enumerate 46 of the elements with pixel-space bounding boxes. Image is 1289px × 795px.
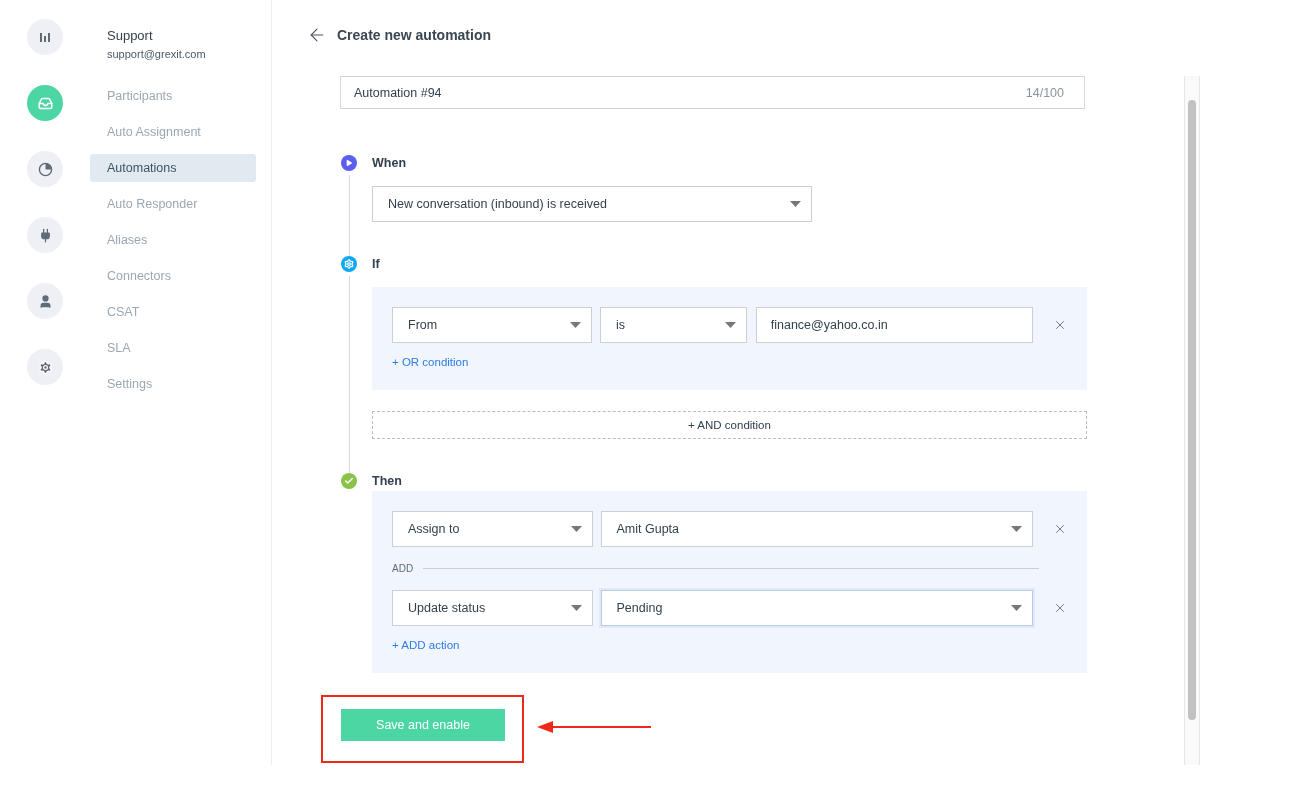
sidebar-icon-button[interactable] (27, 217, 63, 253)
value-select[interactable]: Pending (600, 590, 1033, 626)
account-name: Support (106, 28, 154, 43)
close-button[interactable] (1053, 522, 1067, 536)
sidebar-icon-button[interactable] (27, 19, 63, 55)
page-title: Create new automation (337, 27, 492, 43)
add-action-link[interactable]: + ADD action (392, 639, 460, 651)
caret-icon (570, 605, 582, 611)
pie-chart-icon (37, 161, 53, 177)
caret-icon (570, 526, 582, 532)
play-icon (341, 155, 357, 171)
action-select[interactable]: Assign to (392, 511, 593, 547)
caret-icon (1011, 526, 1022, 532)
caret-icon (790, 201, 801, 207)
and-condition-button[interactable]: + AND condition (372, 411, 1087, 439)
scrollbar[interactable] (1184, 76, 1200, 765)
caret-icon (1011, 605, 1022, 611)
bar-chart-icon (39, 31, 51, 43)
name-field[interactable]: Automation #94 14/100 (340, 76, 1085, 109)
step-label: If (372, 256, 381, 272)
character-counter: 14/100 (1025, 85, 1064, 100)
settings-icon (37, 359, 53, 375)
value-select[interactable]: Amit Gupta (600, 511, 1033, 547)
caret-icon (570, 322, 582, 328)
inbox-icon (37, 95, 53, 111)
or-condition-link[interactable]: + OR condition (392, 356, 469, 368)
user-icon (37, 293, 53, 309)
trigger-select[interactable]: New conversation (inbound) is received (372, 186, 812, 222)
separator-label: ADD (392, 563, 414, 574)
account-email: support@grexit.com (106, 48, 207, 60)
caret-icon (724, 322, 736, 328)
nav-item[interactable]: Automations (90, 154, 256, 182)
operator-select[interactable]: is (600, 307, 747, 343)
step-label: When (372, 155, 408, 171)
gear-icon (341, 256, 357, 272)
close-button[interactable] (1053, 318, 1067, 332)
check-icon (341, 473, 357, 489)
sidebar-icon-button[interactable] (27, 283, 63, 319)
close-button[interactable] (1053, 601, 1067, 615)
action-select[interactable]: Update status (392, 590, 593, 626)
name-value: Automation #94 (354, 85, 442, 100)
field-select[interactable]: From (392, 307, 593, 343)
sidebar-icon-button[interactable] (27, 349, 63, 385)
value-input[interactable]: finance@yahoo.co.in (755, 307, 1033, 343)
sidebar-icon-button[interactable] (27, 151, 63, 187)
step-label: Then (372, 473, 403, 489)
